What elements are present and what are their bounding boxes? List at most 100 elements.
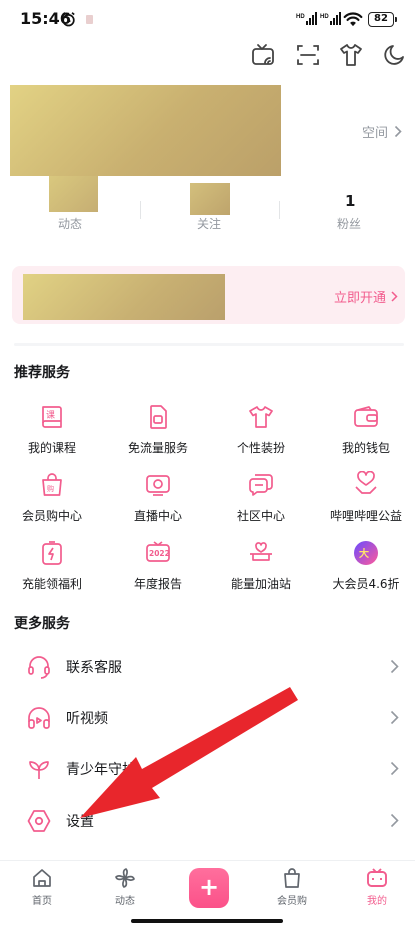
- tshirt-icon: [249, 406, 273, 428]
- list-item-settings[interactable]: 设置: [0, 796, 415, 846]
- svg-text:大: 大: [359, 547, 369, 560]
- nav-mall[interactable]: 会员购: [262, 867, 322, 907]
- grid-label: 社区中心: [236, 509, 285, 523]
- grid-item-community-center[interactable]: 社区中心: [207, 471, 315, 524]
- profile-info-redacted[interactable]: [10, 85, 281, 176]
- headset-icon: [28, 656, 50, 679]
- more-services-title: 更多服务: [14, 616, 70, 632]
- stat-label: 动态: [57, 217, 82, 231]
- svg-text:购: 购: [47, 484, 54, 493]
- publish-button[interactable]: +: [189, 868, 229, 908]
- list-label: 听视频: [66, 711, 108, 727]
- nav-mine[interactable]: 我的: [347, 867, 407, 907]
- gear-icon: [27, 810, 51, 832]
- wallet-icon: [354, 406, 378, 427]
- vip-open-label: 立即开通: [333, 291, 386, 306]
- followers-count: 1: [345, 192, 356, 210]
- svg-text:HD: HD: [296, 14, 305, 20]
- svg-text:课: 课: [46, 410, 55, 421]
- sprout-icon: [29, 761, 49, 779]
- grid-item-personal-dress[interactable]: 个性装扮: [207, 403, 315, 456]
- list-label: 联系客服: [66, 660, 122, 676]
- nav-dynamic[interactable]: 动态: [95, 867, 155, 907]
- chevron-right-icon: [390, 710, 399, 725]
- stat-following[interactable]: 关注: [140, 215, 278, 232]
- bottom-nav: 首页 动态 + 会员购 我的: [0, 860, 415, 927]
- recommended-services-title: 推荐服务: [14, 365, 70, 381]
- grid-item-free-data[interactable]: 免流量服务: [104, 403, 212, 456]
- space-label: 空间: [361, 126, 388, 141]
- divider: [14, 343, 404, 346]
- grid-label: 直播中心: [133, 509, 182, 523]
- grid-item-charge-welfare[interactable]: 充能领福利: [0, 539, 106, 592]
- grid-item-energy-station[interactable]: 能量加油站: [207, 539, 315, 592]
- stat-value-redacted: [190, 183, 230, 215]
- live-tv-icon: [146, 475, 170, 496]
- list-item-listen-video[interactable]: 听视频: [0, 693, 415, 743]
- battery-icon: [42, 541, 62, 565]
- bilibili-tv-icon: [367, 868, 387, 887]
- stat-followers[interactable]: 粉丝: [280, 215, 415, 232]
- divider: [140, 201, 141, 219]
- vip-promo-icon: 大: [354, 541, 378, 565]
- divider: [279, 201, 280, 219]
- home-icon: [33, 869, 51, 887]
- nav-home[interactable]: 首页: [12, 867, 72, 907]
- home-indicator: [131, 919, 283, 923]
- chevron-right-icon: [394, 125, 402, 138]
- notification-app-icon: [86, 15, 93, 24]
- list-label: 设置: [66, 814, 94, 830]
- grid-item-vip-discount[interactable]: 大 大会员4.6折: [312, 539, 415, 592]
- shopping-bag-icon: 购: [42, 473, 62, 496]
- grid-item-my-courses[interactable]: 课 我的课程: [0, 403, 106, 456]
- scan-icon[interactable]: [295, 42, 321, 68]
- chevron-right-icon: [391, 291, 398, 302]
- stat-dynamics[interactable]: 动态: [1, 215, 139, 232]
- stat-value-redacted: [49, 176, 98, 212]
- stat-label: 关注: [196, 217, 221, 231]
- nav-label: 动态: [115, 896, 135, 907]
- alarm-clock-icon: [60, 11, 77, 28]
- nav-label: 我的: [367, 896, 387, 907]
- grid-label: 免流量服务: [127, 441, 188, 455]
- grid-item-charity[interactable]: 哔哩哔哩公益: [312, 471, 415, 524]
- chat-icon: [249, 474, 273, 496]
- list-label: 青少年守护: [66, 762, 136, 778]
- list-item-youth-protection[interactable]: 青少年守护: [0, 744, 415, 794]
- status-bar: 15:46 HD HD 82: [0, 0, 415, 40]
- space-link[interactable]: 空间: [362, 122, 402, 141]
- grid-label: 个性装扮: [236, 441, 285, 455]
- course-icon: 课: [42, 406, 62, 428]
- grid-label: 大会员4.6折: [332, 577, 400, 591]
- battery-indicator: 82: [368, 12, 397, 27]
- chevron-right-icon: [390, 761, 399, 776]
- grid-item-live-center[interactable]: 直播中心: [104, 471, 212, 524]
- grid-item-my-wallet[interactable]: 我的钱包: [312, 403, 415, 456]
- grid-item-mall-center[interactable]: 购 会员购中心: [0, 471, 106, 524]
- grid-label: 哔哩哔哩公益: [329, 509, 402, 523]
- energy-station-icon: [250, 542, 272, 561]
- grid-label: 年度报告: [133, 577, 182, 591]
- grid-label: 会员购中心: [21, 509, 82, 523]
- nav-label: 会员购: [277, 896, 307, 907]
- svg-text:HD: HD: [320, 14, 329, 20]
- cast-screen-icon[interactable]: [250, 42, 276, 68]
- list-item-customer-service[interactable]: 联系客服: [0, 642, 415, 692]
- night-mode-icon[interactable]: [382, 42, 408, 68]
- vip-open-button[interactable]: 立即开通: [334, 287, 398, 306]
- signal-strength-icon: HD: [296, 12, 318, 26]
- chevron-right-icon: [390, 813, 399, 828]
- tshirt-icon[interactable]: [338, 42, 364, 68]
- chevron-right-icon: [390, 659, 399, 674]
- grid-label: 能量加油站: [230, 577, 291, 591]
- heart-hands-icon: [355, 471, 377, 494]
- grid-label: 我的钱包: [341, 441, 390, 455]
- grid-item-annual-report[interactable]: 2022 年度报告: [104, 539, 212, 592]
- wifi-icon: [343, 12, 363, 27]
- signal-strength-icon: HD: [320, 12, 342, 26]
- sim-card-icon: [150, 405, 167, 429]
- vip-info-redacted: [23, 274, 225, 320]
- grid-label: 我的课程: [27, 441, 76, 455]
- svg-text:2022: 2022: [149, 549, 170, 558]
- nav-label: 首页: [32, 896, 52, 907]
